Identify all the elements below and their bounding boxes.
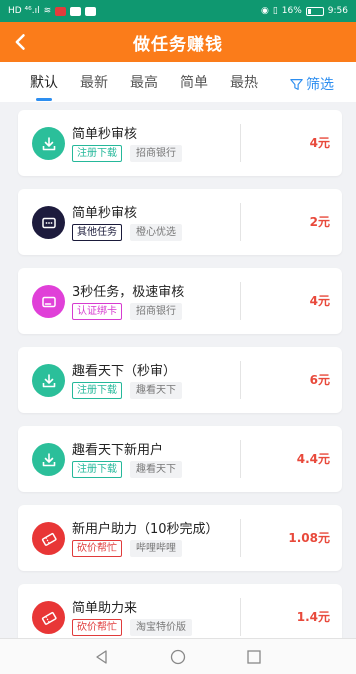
task-source-badge: 趣看天下 [130,461,182,478]
task-list: 简单秒审核 注册下载 招商银行 4元 简单秒审核 其他任务 橙心优选 2元 3秒任务，极速审核认… [18,110,342,663]
task-type-tag: 砍价帮忙 [72,540,122,557]
task-type-tag: 其他任务 [72,224,122,241]
circle-home-icon [170,649,186,664]
vibrate-icon: ▯ [272,5,278,16]
task-title: 3秒任务，极速审核 [72,285,185,300]
coupon-icon [32,601,65,634]
divider [240,598,241,636]
divider [240,361,241,399]
tab-newest[interactable]: 最新 [80,72,108,92]
task-reward: 6元 [309,373,330,387]
task-type-tag: 砍价帮忙 [72,619,122,636]
task-source-badge: 淘宝特价版 [130,619,192,636]
task-title: 新用户助力（10秒完成） [72,522,219,537]
title-bar: 做任务赚钱 [0,22,356,62]
tab-default[interactable]: 默认 [30,72,58,101]
task-type-tag: 注册下载 [72,145,122,162]
task-source-badge: 橙心优选 [130,224,182,241]
message-icon [32,206,65,239]
task-title: 简单秒审核 [72,206,138,221]
task-card[interactable]: 趣看天下新用户 注册下载 趣看天下 4.4元 [18,426,342,492]
task-source-badge: 趣看天下 [130,382,182,399]
app-notification-icon [55,6,67,16]
back-button[interactable] [8,29,34,55]
task-title: 简单秒审核 [72,127,138,142]
task-card[interactable]: 3秒任务，极速审核 认证绑卡 招商银行 4元 [18,268,342,334]
chevron-left-icon [15,34,25,50]
task-source-badge: 招商银行 [130,303,182,320]
nav-back-button[interactable] [93,648,111,666]
tab-simple[interactable]: 简单 [180,72,208,92]
filter-label: 筛选 [306,77,334,93]
clock: 9:56 [327,5,348,16]
eye-icon: ◉ [260,5,269,16]
task-card[interactable]: 简单秒审核注册下载 招商银行 4元 [18,110,342,176]
filter-button[interactable]: 筛选 [290,74,334,94]
task-title: 趣看天下新用户 [72,443,164,458]
triangle-back-icon [96,649,107,664]
divider [240,203,241,241]
square-recent-icon [247,649,261,664]
battery-percent: 16% [281,5,302,16]
coupon-icon [32,522,65,555]
task-reward: 4元 [309,136,330,150]
task-type-tag: 认证绑卡 [72,303,122,320]
tab-highest[interactable]: 最高 [130,72,158,92]
status-bar: HD ⁴⁶.ıl ≋ ◉ ▯ 16% 9:56 [0,0,356,22]
task-card[interactable]: 趣看天下（秒审） 注册下载 趣看天下 6元 [18,347,342,413]
download-icon [32,443,65,476]
tab-hottest[interactable]: 最热 [230,72,258,92]
task-title: 简单助力来 [72,601,138,616]
task-reward: 2元 [309,215,330,229]
signal-text: HD ⁴⁶.ıl [8,5,40,16]
task-reward: 1.4元 [296,610,330,624]
nav-home-button[interactable] [169,648,187,666]
task-reward: 1.08元 [288,531,330,545]
card-icon [32,285,65,318]
task-source-badge: 哔哩哔哩 [130,540,182,557]
divider [240,440,241,478]
divider [240,124,241,162]
divider [240,282,241,320]
system-nav-bar [0,638,356,674]
task-card[interactable]: 简单秒审核其他任务 橙心优选 2元 [18,189,342,255]
status-right: ◉ ▯ 16% 9:56 [260,5,348,16]
page-title: 做任务赚钱 [133,34,223,55]
download-icon [32,127,65,160]
task-card[interactable]: 新用户助力（10秒完成） 砍价帮忙 哔哩哔哩 1.08元 [18,505,342,571]
sort-tabs: 默认 最新 最高 简单 最热 筛选 [0,62,356,102]
nav-recent-button[interactable] [245,648,263,666]
filter-icon [290,78,303,90]
divider [240,519,241,557]
task-reward: 4.4元 [296,452,330,466]
task-title: 趣看天下（秒审） [72,364,177,379]
task-type-tag: 注册下载 [72,382,122,399]
task-reward: 4元 [309,294,330,308]
task-source-badge: 招商银行 [130,145,182,162]
tiktok-notification-icon [70,6,82,16]
task-type-tag: 注册下载 [72,461,122,478]
battery-icon [305,6,324,16]
chat-notification-icon [85,6,97,16]
download-icon [32,364,65,397]
status-left: HD ⁴⁶.ıl ≋ [8,5,97,16]
wifi-icon: ≋ [43,5,52,16]
